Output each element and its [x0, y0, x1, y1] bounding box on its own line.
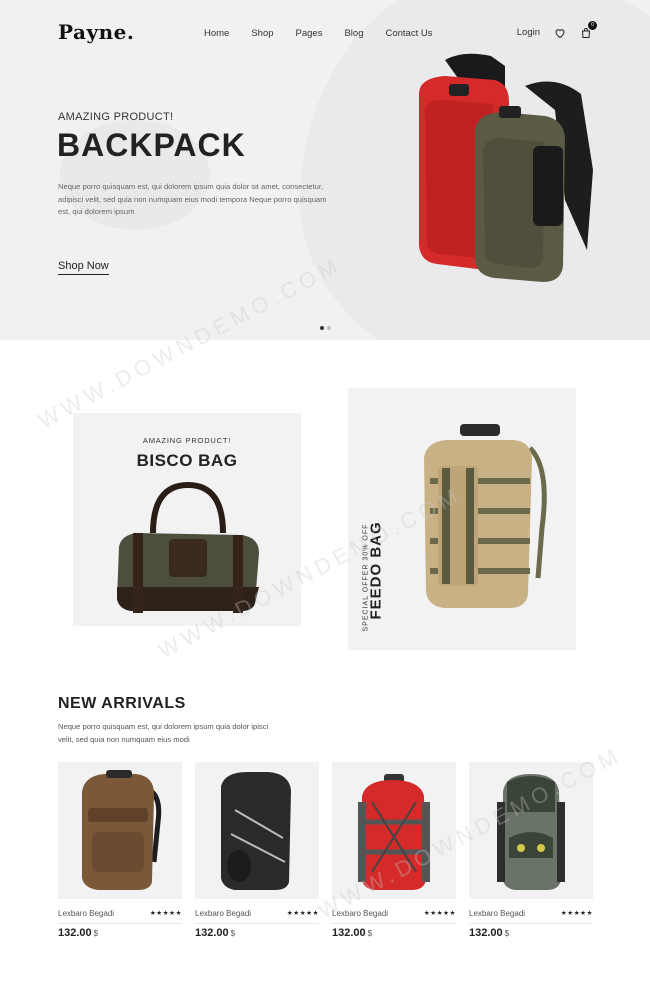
divider — [58, 923, 182, 924]
shop-now-button[interactable]: Shop Now — [58, 260, 109, 275]
currency-symbol: $ — [93, 929, 99, 938]
slider-dot-1[interactable] — [320, 326, 324, 330]
product-image[interactable] — [58, 762, 182, 899]
product-card[interactable]: Lexbaro Begadi ★★★★★ 132.00 $ — [58, 762, 182, 939]
hero-banner: Payne. Home Shop Pages Blog Contact Us L… — [0, 0, 650, 340]
cart-count-badge: 0 — [588, 21, 597, 30]
promo-card-feedo[interactable]: SPECIAL OFFER 30% OFF FEEDO BAG — [348, 388, 576, 650]
site-logo[interactable]: Payne. — [58, 20, 134, 44]
duffel-bag-image — [117, 481, 259, 613]
hero-slider-dots — [320, 326, 331, 330]
wishlist-icon[interactable] — [554, 26, 566, 39]
tactical-backpack-image — [424, 424, 547, 608]
nav-pages[interactable]: Pages — [296, 28, 323, 39]
product-name[interactable]: Lexbaro Begadi — [469, 909, 525, 918]
product-card[interactable]: Lexbaro Begadi ★★★★★ 132.00 $ — [332, 762, 456, 939]
login-link[interactable]: Login — [517, 27, 540, 38]
nav-home[interactable]: Home — [204, 28, 229, 39]
promo-eyebrow: AMAZING PRODUCT! — [142, 436, 232, 445]
product-price: 132.00 $ — [58, 927, 99, 939]
hero-backpack-image — [419, 53, 593, 282]
product-card[interactable]: Lexbaro Begadi ★★★★★ 132.00 $ — [469, 762, 593, 939]
rating-stars: ★★★★★ — [149, 910, 182, 917]
product-price: 132.00 $ — [332, 927, 373, 939]
rating-stars: ★★★★★ — [423, 910, 456, 917]
hero-title: BACKPACK — [57, 127, 246, 163]
product-name[interactable]: Lexbaro Begadi — [332, 909, 388, 918]
product-image[interactable] — [195, 762, 319, 899]
product-image[interactable] — [469, 762, 593, 899]
hero-description: Neque porro quisquam est, qui dolorem ip… — [58, 182, 327, 216]
hero-eyebrow: AMAZING PRODUCT! — [58, 111, 174, 123]
nav-contact[interactable]: Contact Us — [385, 28, 432, 39]
currency-symbol: $ — [504, 929, 510, 938]
product-name[interactable]: Lexbaro Begadi — [58, 909, 114, 918]
nav-shop[interactable]: Shop — [251, 28, 273, 39]
product-price: 132.00 $ — [195, 927, 236, 939]
rating-stars: ★★★★★ — [286, 910, 319, 917]
header-actions: Login 0 — [517, 21, 597, 39]
divider — [195, 923, 319, 924]
currency-symbol: $ — [230, 929, 236, 938]
promo-card-bisco[interactable]: AMAZING PRODUCT! BISCO BAG — [73, 413, 301, 626]
product-price: 132.00 $ — [469, 927, 510, 939]
main-nav: Home Shop Pages Blog Contact Us — [204, 28, 454, 39]
divider — [332, 923, 456, 924]
promo-title-vertical: FEEDO BAG — [367, 521, 385, 620]
product-image[interactable] — [332, 762, 456, 899]
cart-icon[interactable]: 0 — [580, 21, 597, 38]
promo-title: BISCO BAG — [136, 451, 238, 470]
new-arrivals-description: Neque porro quisquam est, qui dolorem ip… — [58, 722, 269, 744]
new-arrivals-title: NEW ARRIVALS — [58, 695, 186, 712]
divider — [469, 923, 593, 924]
product-name[interactable]: Lexbaro Begadi — [195, 909, 251, 918]
nav-blog[interactable]: Blog — [344, 28, 363, 39]
product-card[interactable]: Lexbaro Begadi ★★★★★ 132.00 $ — [195, 762, 319, 939]
slider-dot-2[interactable] — [327, 326, 331, 330]
rating-stars: ★★★★★ — [560, 910, 593, 917]
currency-symbol: $ — [367, 929, 373, 938]
